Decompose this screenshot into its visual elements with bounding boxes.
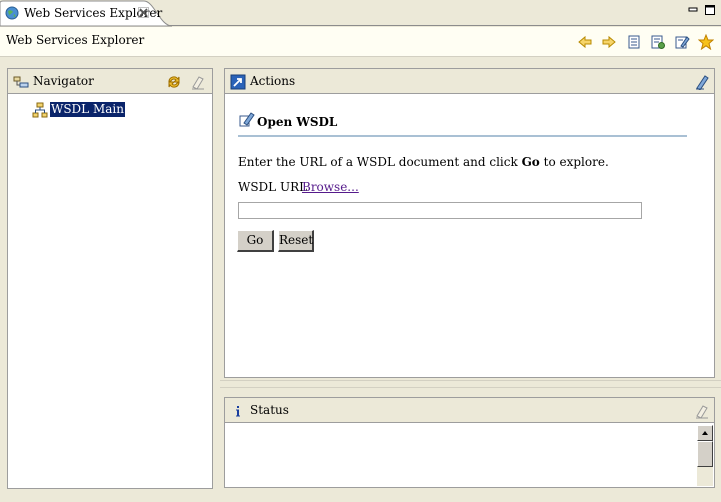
back-arrow-icon[interactable] bbox=[577, 34, 593, 50]
open-wsdl-icon bbox=[239, 111, 255, 127]
status-label: Status bbox=[250, 403, 289, 417]
favorites-star-icon[interactable] bbox=[697, 33, 715, 51]
instruction-pre: Enter the URL of a WSDL document and cli… bbox=[238, 155, 522, 169]
wsdl-tree-icon bbox=[32, 102, 48, 118]
editor-tab-strip: Web Services Explorer bbox=[0, 0, 721, 27]
wsdl-url-input[interactable] bbox=[238, 202, 642, 219]
forward-arrow-icon[interactable] bbox=[601, 34, 617, 50]
wsdl-url-label: WSDL URL bbox=[238, 180, 308, 194]
navigator-label: Navigator bbox=[33, 74, 94, 88]
uddi-page-icon[interactable] bbox=[626, 34, 642, 50]
navigator-header: Navigator bbox=[8, 69, 212, 94]
info-icon bbox=[230, 403, 246, 419]
instruction-go: Go bbox=[521, 155, 540, 169]
go-button[interactable]: Go bbox=[237, 230, 274, 252]
vertical-splitter[interactable] bbox=[216, 62, 220, 502]
actions-header: Actions bbox=[225, 69, 714, 94]
actions-panel: Actions Open WSDL Enter the URL of a WSD… bbox=[224, 68, 715, 378]
scroll-thumb[interactable] bbox=[697, 441, 713, 467]
tab-web-services-explorer[interactable]: Web Services Explorer bbox=[0, 0, 172, 27]
wsdl-page-icon[interactable] bbox=[694, 74, 710, 91]
instruction-post: to explore. bbox=[539, 155, 609, 169]
instruction-text: Enter the URL of a WSDL document and cli… bbox=[238, 155, 609, 169]
globe-icon bbox=[5, 6, 19, 20]
tree-item-label: WSDL Main bbox=[50, 102, 125, 117]
section-title: Open WSDL bbox=[257, 115, 338, 129]
status-header: Status bbox=[225, 398, 714, 423]
navigator-panel: Navigator WSDL Main bbox=[7, 68, 213, 489]
horizontal-splitter[interactable] bbox=[220, 380, 721, 388]
actions-icon bbox=[230, 74, 246, 90]
explorer-title: Web Services Explorer bbox=[6, 33, 145, 47]
wsdl-page-icon[interactable] bbox=[674, 34, 690, 50]
explorer-title-bar: Web Services Explorer bbox=[0, 27, 721, 57]
browse-link[interactable]: Browse... bbox=[302, 180, 359, 194]
maximize-icon[interactable] bbox=[704, 4, 716, 16]
scroll-up-button[interactable] bbox=[697, 425, 713, 441]
wsil-page-icon[interactable] bbox=[650, 34, 666, 50]
clear-icon[interactable] bbox=[190, 74, 206, 90]
status-panel: Status bbox=[224, 397, 715, 488]
actions-label: Actions bbox=[250, 74, 296, 88]
section-divider bbox=[238, 135, 687, 137]
reset-button[interactable]: Reset bbox=[278, 230, 314, 252]
close-icon[interactable] bbox=[138, 7, 149, 18]
navigator-icon bbox=[13, 74, 29, 90]
status-content bbox=[225, 424, 714, 487]
status-scrollbar[interactable] bbox=[697, 425, 713, 486]
minimize-icon[interactable] bbox=[687, 4, 699, 16]
refresh-icon[interactable] bbox=[166, 74, 182, 90]
clear-icon[interactable] bbox=[694, 403, 710, 419]
